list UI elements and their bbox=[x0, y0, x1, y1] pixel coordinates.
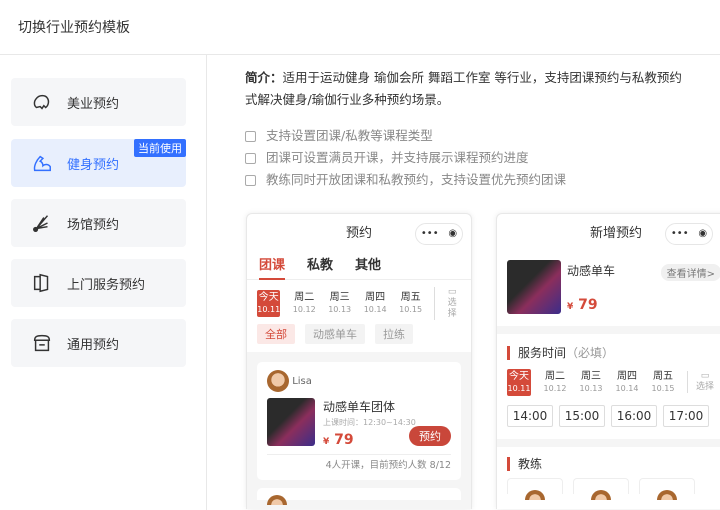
day-item[interactable]: 周四 10.14 bbox=[615, 371, 639, 394]
avatar bbox=[267, 370, 289, 392]
book-button[interactable]: 预约 bbox=[409, 426, 451, 446]
class-image bbox=[267, 398, 315, 446]
avatar bbox=[657, 490, 677, 500]
mini-program-capsule: ••• ◉ bbox=[665, 223, 713, 245]
day-item[interactable]: 周三 10.13 bbox=[328, 292, 351, 315]
template-sidebar: 美业预约 健身预约 当前使用 场馆预约 上门服务预约 通用预约 bbox=[0, 55, 207, 510]
time-slot[interactable]: 17:00 bbox=[663, 405, 709, 427]
date-picker[interactable]: ▭ 选择 bbox=[687, 371, 714, 393]
window-title: 切换行业预约模板 bbox=[0, 0, 720, 55]
day-item[interactable]: 周五 10.15 bbox=[399, 292, 422, 315]
time-slot[interactable]: 16:00 bbox=[611, 405, 657, 427]
coach-card[interactable] bbox=[639, 478, 695, 500]
sidebar-item-general[interactable]: 通用预约 bbox=[11, 319, 186, 367]
day-today[interactable]: 今天 10.11 bbox=[257, 289, 281, 317]
feature-item: 团课可设置满员开课，并支持展示课程预约进度 bbox=[245, 147, 566, 169]
day-item[interactable]: 周二 10.12 bbox=[292, 292, 316, 315]
day-item[interactable]: 周五 10.15 bbox=[651, 371, 675, 394]
store-icon bbox=[33, 334, 51, 352]
beauty-icon bbox=[33, 94, 50, 110]
muscle-icon bbox=[33, 155, 51, 172]
template-detail: 简介：适用于运动健身 瑜伽会所 舞蹈工作室 等行业，支持团课预约与私教预约 式解… bbox=[207, 55, 720, 510]
section-title: 服务时间（必填） bbox=[507, 346, 615, 360]
chip-cycling[interactable]: 动感单车 bbox=[305, 324, 365, 344]
more-icon: ••• bbox=[670, 228, 689, 239]
tab-other[interactable]: 其他 bbox=[355, 254, 381, 279]
shuttlecock-icon bbox=[33, 215, 49, 232]
sidebar-item-venue[interactable]: 场馆预约 bbox=[11, 199, 186, 247]
class-card[interactable]: Lisa 动感单车团体 上课时间：12:30~14:30 ¥ 79 预约 4人开… bbox=[257, 362, 461, 480]
day-item[interactable]: 周二 10.12 bbox=[543, 371, 567, 394]
check-icon bbox=[245, 152, 256, 164]
sidebar-item-home-service[interactable]: 上门服务预约 bbox=[11, 259, 186, 307]
sidebar-item-beauty[interactable]: 美业预约 bbox=[11, 78, 186, 126]
day-item[interactable]: 周三 10.13 bbox=[579, 371, 603, 394]
date-picker[interactable]: ▭ 选择 bbox=[434, 286, 461, 320]
feature-list: 支持设置团课/私教等课程类型 团课可设置满员开课，并支持展示课程预约进度 教练同… bbox=[245, 125, 566, 191]
check-icon bbox=[245, 174, 256, 186]
more-icon: ••• bbox=[420, 228, 439, 239]
view-details-link[interactable]: 查看详情> bbox=[660, 264, 720, 281]
price: ¥ 79 bbox=[323, 432, 354, 448]
day-today[interactable]: 今天 10.11 bbox=[507, 368, 531, 396]
preview-booking-list: 预约 ••• ◉ 团课 私教 其他 今天 10.11 周二 10.12 周三 10.13… bbox=[246, 213, 472, 509]
time-slot[interactable]: 15:00 bbox=[559, 405, 605, 427]
class-card[interactable] bbox=[257, 488, 461, 505]
mini-program-capsule: ••• ◉ bbox=[415, 223, 463, 245]
time-slot[interactable]: 14:00 bbox=[507, 405, 553, 427]
tab-group-class[interactable]: 团课 bbox=[259, 254, 286, 280]
intro: 简介：适用于运动健身 瑜伽会所 舞蹈工作室 等行业，支持团课预约与私教预约 式解… bbox=[245, 70, 682, 107]
product-image bbox=[507, 260, 561, 314]
coach-card[interactable] bbox=[573, 478, 629, 500]
target-icon: ◉ bbox=[698, 228, 708, 239]
check-icon bbox=[245, 130, 256, 142]
avatar bbox=[525, 490, 545, 500]
current-badge: 当前使用 bbox=[134, 139, 186, 157]
tab-private[interactable]: 私教 bbox=[307, 254, 333, 279]
target-icon: ◉ bbox=[448, 228, 458, 239]
avatar bbox=[591, 490, 611, 500]
feature-item: 教练同时开放团课和私教预约，支持设置优先预约团课 bbox=[245, 169, 566, 191]
day-item[interactable]: 周四 10.14 bbox=[363, 292, 387, 315]
preview-new-booking: 新增预约 ••• ◉ 动感单车 ¥ 79 查看详情> 服务时间（必填） 今天 10.… bbox=[496, 213, 720, 509]
feature-item: 支持设置团课/私教等课程类型 bbox=[245, 125, 566, 147]
chip-training[interactable]: 拉练 bbox=[375, 324, 413, 344]
coach-card[interactable] bbox=[507, 478, 563, 500]
avatar bbox=[267, 495, 287, 505]
chip-all[interactable]: 全部 bbox=[257, 324, 295, 344]
door-icon bbox=[33, 273, 49, 293]
section-title: 教练 bbox=[507, 457, 543, 471]
sidebar-item-fitness[interactable]: 健身预约 当前使用 bbox=[11, 139, 186, 187]
